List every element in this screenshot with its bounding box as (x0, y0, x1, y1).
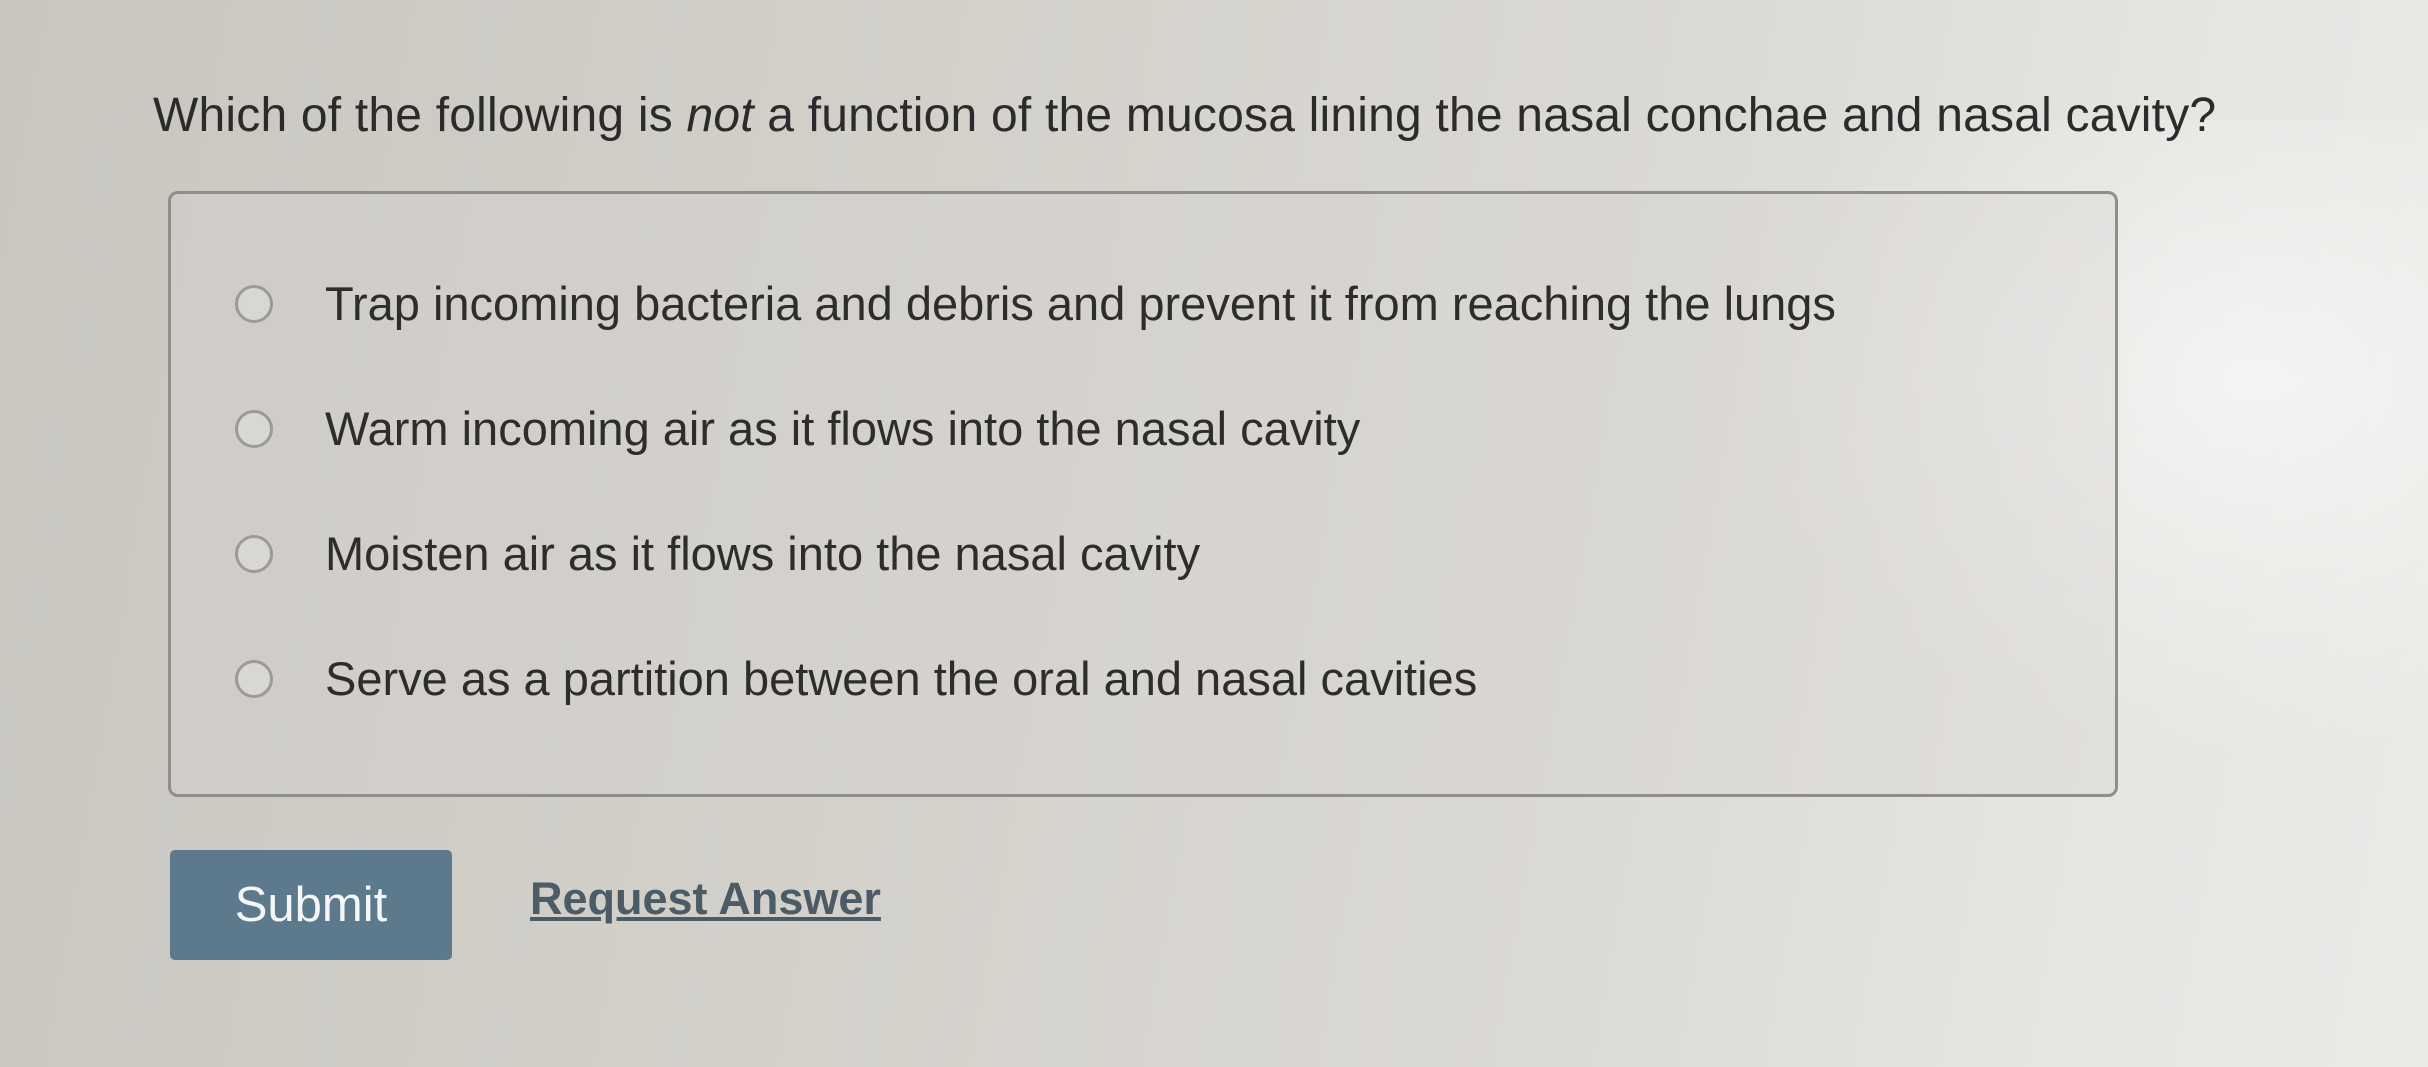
answer-option-label: Trap incoming bacteria and debris and pr… (325, 277, 1836, 330)
answer-option[interactable]: Moisten air as it flows into the nasal c… (235, 526, 1200, 581)
submit-button[interactable]: Submit (170, 850, 452, 960)
answer-option[interactable]: Warm incoming air as it flows into the n… (235, 401, 1360, 456)
request-answer-link[interactable]: Request Answer (530, 873, 881, 925)
radio-button[interactable] (235, 284, 273, 323)
answer-option[interactable]: Serve as a partition between the oral an… (235, 651, 1477, 706)
answer-option-label: Warm incoming air as it flows into the n… (325, 402, 1361, 455)
radio-button[interactable] (235, 534, 273, 573)
question-suffix: a function of the mucosa lining the nasa… (753, 89, 2217, 142)
answer-option-label: Moisten air as it flows into the nasal c… (325, 527, 1201, 580)
radio-button[interactable] (235, 409, 273, 448)
answer-options-box: Trap incoming bacteria and debris and pr… (168, 191, 2118, 797)
question-emphasis: not (686, 89, 754, 142)
answer-option[interactable]: Trap incoming bacteria and debris and pr… (235, 276, 1836, 331)
question-prefix: Which of the following is (153, 89, 687, 142)
radio-button[interactable] (235, 659, 273, 698)
answer-option-label: Serve as a partition between the oral an… (325, 652, 1478, 705)
question-text: Which of the following is not a function… (153, 88, 2216, 143)
